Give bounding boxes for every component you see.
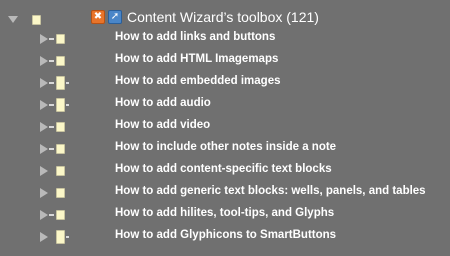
child-note-title[interactable]: How to add hilites, tool-tips, and Glyph… (115, 207, 334, 219)
inbound-link-icon (49, 148, 54, 150)
disclosure-closed-icon[interactable] (40, 56, 48, 66)
inbound-link-icon (49, 60, 54, 62)
child-note-title[interactable]: How to add generic text blocks: wells, p… (115, 185, 426, 197)
inbound-link-icon (49, 214, 54, 216)
note-icon (56, 122, 65, 132)
note-icon (56, 76, 65, 90)
disclosure-closed-icon[interactable] (40, 210, 48, 220)
child-note-row[interactable]: How to add generic text blocks: wells, p… (0, 183, 450, 205)
note-icon (56, 188, 65, 198)
root-note-row[interactable]: ✖ ➚ Content Wizard’s toolbox (121) (0, 7, 450, 29)
note-icon (32, 15, 41, 25)
note-icon (56, 230, 65, 244)
inbound-link-icon (49, 82, 54, 84)
child-note-title[interactable]: How to add embedded images (115, 75, 281, 87)
prototype-badge-icon: ✖ (91, 10, 105, 24)
disclosure-closed-icon[interactable] (40, 232, 48, 242)
disclosure-closed-icon[interactable] (40, 100, 48, 110)
disclosure-closed-icon[interactable] (40, 166, 48, 176)
outbound-link-icon (66, 104, 69, 106)
child-note-row[interactable]: How to add content-specific text blocks (0, 161, 450, 183)
note-icon (56, 56, 65, 66)
disclosure-closed-icon[interactable] (40, 188, 48, 198)
outbound-link-icon (66, 82, 69, 84)
alias-arrow-icon: ➚ (108, 10, 122, 24)
disclosure-closed-icon[interactable] (40, 122, 48, 132)
child-note-title[interactable]: How to add Glyphicons to SmartButtons (115, 229, 336, 241)
child-note-row[interactable]: How to add audio (0, 95, 450, 117)
child-note-title[interactable]: How to add links and buttons (115, 31, 275, 43)
note-icon (56, 98, 65, 112)
inbound-link-icon (49, 126, 54, 128)
root-note-title[interactable]: Content Wizard’s toolbox (121) (127, 9, 319, 25)
note-icon (56, 210, 65, 220)
note-icon (56, 166, 65, 176)
disclosure-closed-icon[interactable] (40, 78, 48, 88)
child-note-title[interactable]: How to add HTML Imagemaps (115, 53, 278, 65)
child-note-row[interactable]: How to add embedded images (0, 73, 450, 95)
child-note-row[interactable]: How to add hilites, tool-tips, and Glyph… (0, 205, 450, 227)
child-note-row[interactable]: How to add Glyphicons to SmartButtons (0, 227, 450, 249)
inbound-link-icon (49, 104, 54, 106)
inbound-link-icon (49, 38, 54, 40)
disclosure-closed-icon[interactable] (40, 144, 48, 154)
child-note-row[interactable]: How to add video (0, 117, 450, 139)
root-title-text: Content Wizard’s toolbox (127, 9, 283, 25)
disclosure-closed-icon[interactable] (40, 34, 48, 44)
child-note-title[interactable]: How to add content-specific text blocks (115, 163, 332, 175)
note-icon (56, 34, 65, 44)
child-note-title[interactable]: How to add video (115, 119, 210, 131)
child-count: (121) (286, 9, 319, 25)
note-icon (56, 144, 65, 154)
outline-view: ✖ ➚ Content Wizard’s toolbox (121) How t… (0, 0, 450, 256)
child-note-title[interactable]: How to include other notes inside a note (115, 141, 336, 153)
child-note-row[interactable]: How to add links and buttons (0, 29, 450, 51)
child-note-title[interactable]: How to add audio (115, 97, 211, 109)
disclosure-open-icon[interactable] (8, 16, 18, 23)
child-note-row[interactable]: How to add HTML Imagemaps (0, 51, 450, 73)
child-note-row[interactable]: How to include other notes inside a note (0, 139, 450, 161)
outbound-link-icon (66, 236, 69, 238)
